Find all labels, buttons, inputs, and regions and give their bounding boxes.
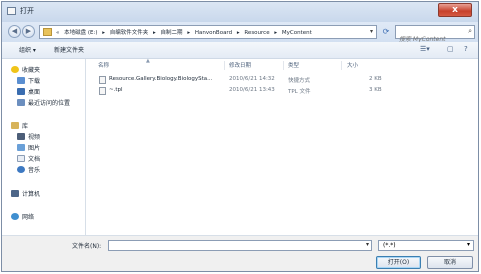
file-size: 3 KB xyxy=(369,87,382,93)
sidebar-item-pictures[interactable]: 图片 xyxy=(17,143,40,153)
sidebar-item-music[interactable]: 音乐 xyxy=(17,165,40,175)
breadcrumb-item[interactable]: 本地磁盘 (E:) xyxy=(64,30,97,36)
column-header-name[interactable]: 名称 xyxy=(98,61,109,69)
breadcrumb-separator[interactable]: ▸ xyxy=(102,30,105,36)
file-list: ▲ 名称 修改日期 类型 大小 Resource.Gallery.Biology… xyxy=(86,58,478,235)
title-bar: 打开 x xyxy=(2,2,478,22)
breadcrumb-item[interactable]: MyContent xyxy=(282,30,312,36)
window-icon xyxy=(7,7,16,15)
preview-pane-icon[interactable]: ▢ xyxy=(447,45,454,53)
picture-icon xyxy=(17,144,25,151)
file-size: 2 KB xyxy=(369,76,382,82)
music-icon xyxy=(17,166,25,173)
refresh-button[interactable]: ⟳ xyxy=(380,26,392,38)
address-bar[interactable]: « 本地磁盘 (E:) ▸ 自编软件文件夹 ▸ 自制二期 ▸ HanvonBoa… xyxy=(39,25,377,39)
navigation-pane: 收藏夹 下载 桌面 最近访问的位置 库 视频 图片 文档 音乐 计算机 网络 xyxy=(2,59,86,235)
file-type-filter[interactable]: (*.*) ▾ xyxy=(378,240,474,251)
forward-button[interactable]: ▶ xyxy=(22,25,35,38)
breadcrumb-separator[interactable]: ▸ xyxy=(153,30,156,36)
file-date: 2010/6/21 13:43 xyxy=(229,87,275,93)
breadcrumb: « 本地磁盘 (E:) ▸ 自编软件文件夹 ▸ 自制二期 ▸ HanvonBoa… xyxy=(56,28,315,36)
download-icon xyxy=(17,77,25,84)
file-row[interactable]: ~.tpl 2010/6/21 13:43 TPL 文件 3 KB xyxy=(96,86,476,96)
search-icon[interactable]: ⌕ xyxy=(468,27,472,36)
filename-combobox[interactable]: ▾ xyxy=(108,240,372,259)
sidebar-item-desktop[interactable]: 桌面 xyxy=(17,87,40,97)
open-button[interactable]: 打开(O) xyxy=(376,256,421,269)
dialog-footer: 文件名(N): ▾ (*.*) ▾ 打开(O) 取消 xyxy=(2,235,478,271)
chevron-down-icon[interactable]: ▾ xyxy=(366,241,369,248)
sidebar-item-computer[interactable]: 计算机 xyxy=(11,189,40,199)
sidebar-item-libraries[interactable]: 库 xyxy=(11,121,28,131)
back-button[interactable]: ◀ xyxy=(8,25,21,38)
sidebar-item-videos[interactable]: 视频 xyxy=(17,132,40,142)
sidebar-item-documents[interactable]: 文档 xyxy=(17,154,40,164)
breadcrumb-item[interactable]: 自编软件文件夹 xyxy=(110,30,149,36)
column-header-date[interactable]: 修改日期 xyxy=(229,61,251,69)
navigation-bar: ◀ ▶ « 本地磁盘 (E:) ▸ 自编软件文件夹 ▸ 自制二期 ▸ Hanvo… xyxy=(2,22,478,45)
document-icon xyxy=(17,155,25,162)
star-icon xyxy=(11,66,19,73)
toolbar: 组织 ▾ 新建文件夹 ☰▾ ▢ ? xyxy=(2,42,478,59)
network-icon xyxy=(11,213,19,220)
shortcut-icon xyxy=(99,76,106,84)
new-folder-button[interactable]: 新建文件夹 xyxy=(54,45,84,54)
window-title: 打开 xyxy=(20,7,34,15)
file-row[interactable]: Resource.Gallery.Biology.BiologySta... 2… xyxy=(96,75,476,85)
breadcrumb-overflow[interactable]: « xyxy=(56,30,59,36)
library-icon xyxy=(11,122,19,129)
open-dialog: 打开 x ◀ ▶ « 本地磁盘 (E:) ▸ 自编软件文件夹 ▸ 自制二期 ▸ … xyxy=(1,1,479,272)
file-name: Resource.Gallery.Biology.BiologySta... xyxy=(109,76,213,82)
file-type: 快捷方式 xyxy=(288,78,311,84)
column-header-type[interactable]: 类型 xyxy=(288,61,299,69)
close-button[interactable]: x xyxy=(438,3,472,17)
breadcrumb-item[interactable]: HanvonBoard xyxy=(195,30,232,36)
filter-value: (*.*) xyxy=(383,242,396,249)
computer-icon xyxy=(11,190,19,197)
column-header-size[interactable]: 大小 xyxy=(347,61,358,69)
organize-button[interactable]: 组织 ▾ xyxy=(19,45,36,54)
chevron-down-icon[interactable]: ▾ xyxy=(467,241,470,248)
breadcrumb-separator[interactable]: ▸ xyxy=(237,30,240,36)
filename-input[interactable] xyxy=(109,250,351,259)
column-divider[interactable] xyxy=(341,61,342,70)
desktop-icon xyxy=(17,88,25,95)
folder-icon xyxy=(43,28,52,36)
column-divider[interactable] xyxy=(224,61,225,70)
breadcrumb-separator[interactable]: ▸ xyxy=(274,30,277,36)
help-icon[interactable]: ? xyxy=(464,45,468,53)
breadcrumb-item[interactable]: 自制二期 xyxy=(161,30,183,36)
sort-arrow-icon: ▲ xyxy=(146,58,150,64)
search-box[interactable]: ⌕ xyxy=(395,25,475,45)
file-name: ~.tpl xyxy=(109,87,123,93)
view-options-icon[interactable]: ☰▾ xyxy=(420,45,430,53)
recent-places-icon xyxy=(17,99,25,106)
file-type: TPL 文件 xyxy=(288,89,311,95)
sidebar-item-favorites[interactable]: 收藏夹 xyxy=(11,65,40,75)
file-icon xyxy=(99,87,106,95)
column-divider[interactable] xyxy=(283,61,284,70)
filename-label: 文件名(N): xyxy=(72,243,102,250)
file-date: 2010/6/21 14:32 xyxy=(229,76,275,82)
sidebar-item-recent[interactable]: 最近访问的位置 xyxy=(17,98,70,108)
sidebar-item-network[interactable]: 网络 xyxy=(11,212,34,222)
sidebar-item-downloads[interactable]: 下载 xyxy=(17,76,40,86)
cancel-button[interactable]: 取消 xyxy=(427,256,473,269)
address-dropdown-icon[interactable]: ▾ xyxy=(370,28,373,35)
breadcrumb-separator[interactable]: ▸ xyxy=(187,30,190,36)
video-icon xyxy=(17,133,25,140)
breadcrumb-item[interactable]: Resource xyxy=(244,30,269,36)
